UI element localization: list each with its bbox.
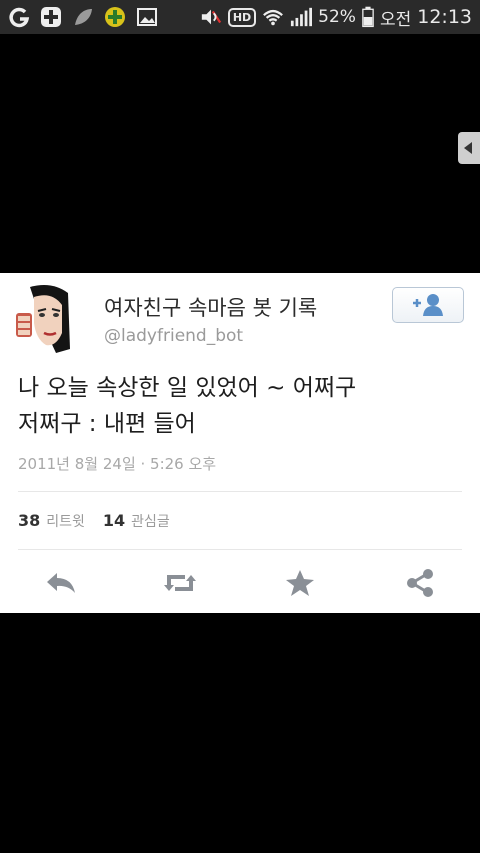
retweet-count[interactable]: 38 [18, 511, 40, 530]
system-icons: HD 52% 오전 12:13 [200, 4, 472, 30]
avatar[interactable] [12, 283, 74, 355]
tweet-text-line: 나 오늘 속상한 일 있었어 ~ 어쩌구 [18, 375, 357, 401]
leaf-icon [75, 9, 92, 25]
tweet-text-line: 저쩌구 : 내편 들어 [18, 411, 196, 437]
divider [18, 549, 462, 550]
time-period: 오전 [379, 9, 412, 30]
plus-box-icon [41, 7, 61, 27]
app-g-icon [9, 7, 30, 28]
status-bar: HD 52% 오전 12:13 [0, 0, 480, 34]
arrow-left-icon [464, 142, 472, 154]
side-drawer-handle[interactable] [458, 132, 480, 164]
gallery-icon [137, 8, 157, 26]
favorite-icon[interactable] [283, 568, 317, 598]
display-name[interactable]: 여자친구 속마음 봇 기록 [104, 292, 317, 322]
tweet-timestamp[interactable]: 2011년 8월 24일 · 5:26 오후 [18, 453, 216, 474]
user-handle[interactable]: @ladyfriend_bot [104, 326, 243, 346]
notification-icons [8, 5, 158, 29]
kakao-icon [105, 7, 125, 27]
battery-icon [362, 6, 374, 28]
divider [18, 491, 462, 492]
tweet-text: 나 오늘 속상한 일 있었어 ~ 어쩌구 저쩌구 : 내편 들어 [18, 370, 458, 442]
share-icon[interactable] [403, 568, 437, 598]
clock: 12:13 [417, 6, 472, 28]
battery-percent: 52% [318, 7, 356, 27]
follow-button[interactable] [392, 287, 464, 323]
reply-icon[interactable] [44, 568, 78, 598]
favorite-label[interactable]: 관심글 [131, 511, 170, 531]
mute-icon [201, 9, 221, 25]
wifi-icon [263, 9, 284, 26]
follow-icon [413, 294, 443, 316]
tweet-stats: 38 리트윗 14 관심글 [18, 511, 182, 531]
signal-icon [291, 7, 313, 27]
favorite-count[interactable]: 14 [103, 511, 125, 530]
hd-badge: HD [227, 7, 257, 27]
retweet-icon[interactable] [163, 568, 197, 598]
retweet-label[interactable]: 리트윗 [46, 511, 85, 531]
